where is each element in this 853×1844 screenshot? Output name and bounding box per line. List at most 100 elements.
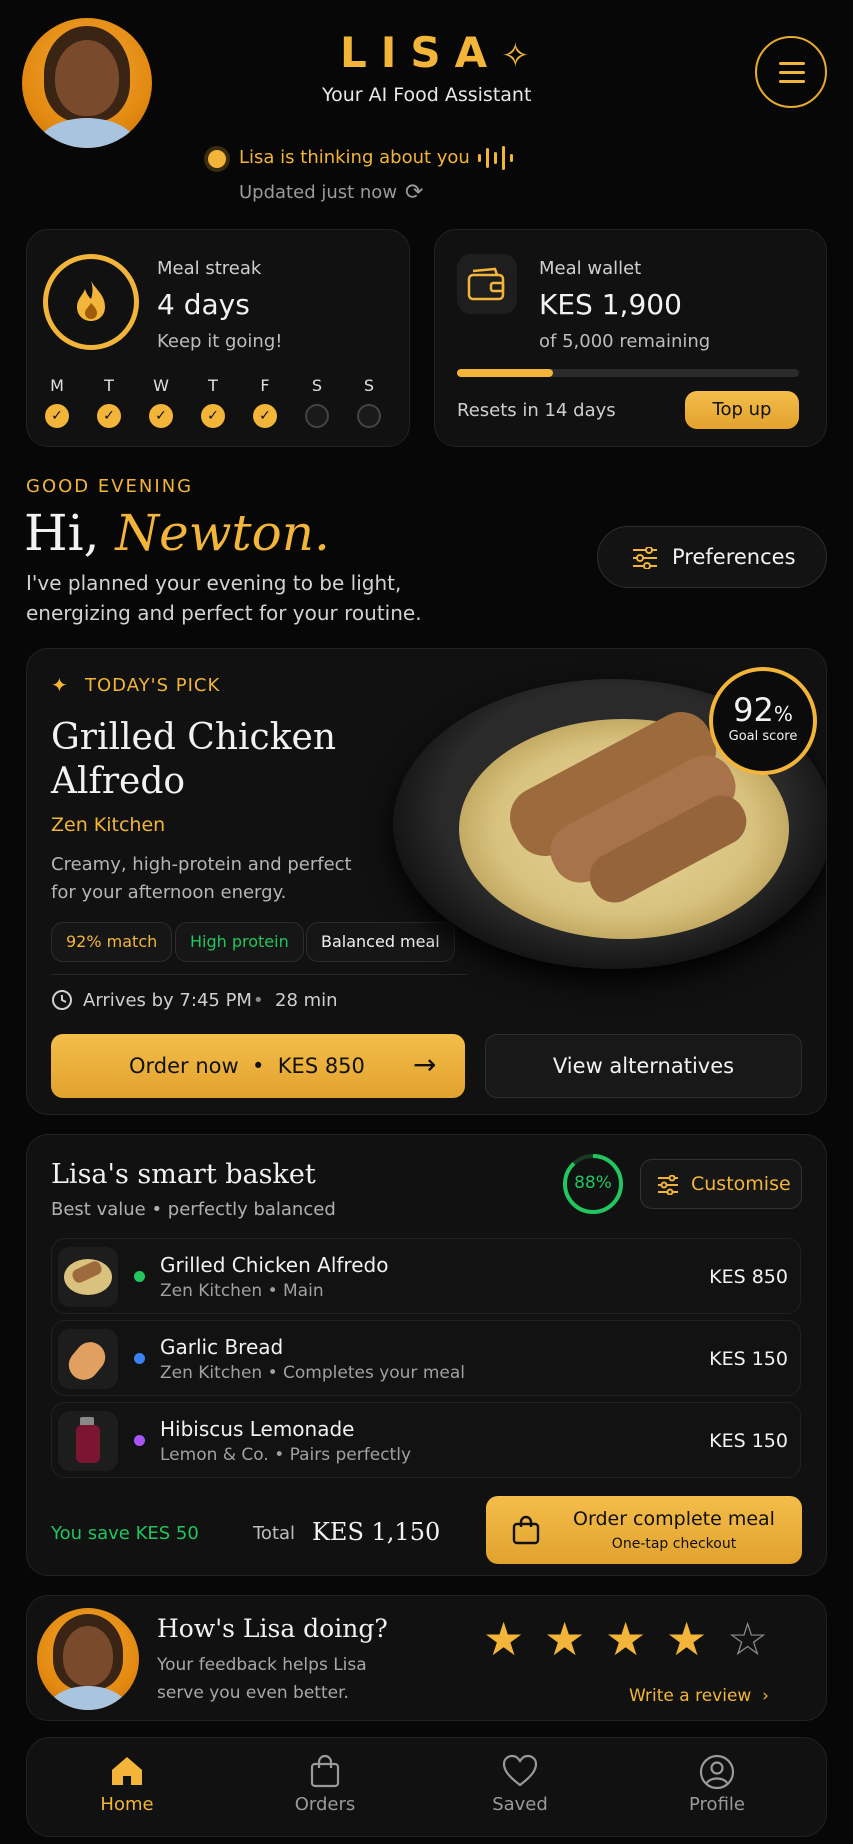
- total-label: Total: [253, 1523, 296, 1544]
- preferences-button[interactable]: Preferences: [597, 526, 827, 588]
- basket-title: Lisa's smart basket: [51, 1159, 316, 1190]
- order-now-label: Order now • KES 850: [129, 1054, 365, 1078]
- greeting-title: Hi, Newton.: [24, 504, 330, 562]
- streak-day-letter: T: [104, 376, 114, 395]
- flame-icon: [77, 281, 105, 321]
- streak-note: Keep it going!: [157, 331, 283, 352]
- view-alternatives-button[interactable]: View alternatives: [485, 1034, 802, 1098]
- wallet-amount: KES 1,900: [539, 288, 682, 321]
- feedback-line-1: Your feedback helps Lisa: [157, 1655, 367, 1675]
- wallet-resets: Resets in 14 days: [457, 400, 616, 421]
- basket-score: 88%: [574, 1173, 612, 1193]
- basket-item[interactable]: Grilled Chicken Alfredo Zen Kitchen • Ma…: [51, 1238, 801, 1314]
- bottom-nav: Home Orders Saved Profile: [26, 1737, 827, 1837]
- streak-day-letter: S: [363, 376, 375, 395]
- view-alternatives-label: View alternatives: [552, 1054, 735, 1078]
- pick-title-line-1: Grilled Chicken: [51, 717, 337, 758]
- arrival-time: Arrives by 7:45 PM: [83, 990, 252, 1011]
- clock-icon: [52, 990, 72, 1010]
- streak-day-letter: W: [153, 376, 169, 395]
- basket-item[interactable]: Hibiscus Lemonade Lemon & Co. • Pairs pe…: [51, 1402, 801, 1478]
- item-name: Hibiscus Lemonade: [160, 1417, 355, 1441]
- smart-basket-card: Lisa's smart basket Best value • perfect…: [26, 1134, 827, 1576]
- basket-subtitle: Best value • perfectly balanced: [51, 1199, 336, 1220]
- check-icon: ✓: [97, 404, 121, 428]
- wallet-icon: [467, 267, 505, 301]
- streak-days: M ✓ T ✓ W ✓ T ✓ F ✓ S S: [45, 376, 395, 436]
- streak-day-letter: F: [260, 376, 270, 395]
- avatar-face: [55, 40, 119, 116]
- feedback-title: How's Lisa doing?: [157, 1614, 388, 1643]
- pick-restaurant[interactable]: Zen Kitchen: [51, 814, 165, 836]
- star-filled-icon[interactable]: ★: [544, 1616, 585, 1662]
- lisa-avatar[interactable]: [22, 18, 152, 148]
- item-thumbnail: [58, 1329, 118, 1389]
- brand-subtitle: Your AI Food Assistant: [322, 84, 532, 106]
- arrow-right-icon: →: [413, 1048, 437, 1081]
- empty-day-dot: [305, 404, 329, 428]
- item-meta: Lemon & Co. • Pairs perfectly: [160, 1445, 411, 1465]
- item-price: KES 150: [709, 1430, 788, 1452]
- nav-home-label: Home: [100, 1794, 154, 1815]
- home-icon: [112, 1757, 142, 1785]
- avatar-shirt: [36, 118, 138, 148]
- preferences-label: Preferences: [672, 545, 796, 569]
- streak-title: Meal streak: [157, 258, 262, 279]
- nav-home[interactable]: Home: [57, 1754, 197, 1815]
- streak-day-letter: S: [311, 376, 323, 395]
- menu-button[interactable]: [755, 36, 827, 108]
- check-icon: ✓: [201, 404, 225, 428]
- nav-saved[interactable]: Saved: [450, 1754, 590, 1815]
- empty-day-dot: [357, 404, 381, 428]
- item-meta: Zen Kitchen • Completes your meal: [160, 1363, 465, 1383]
- divider: [51, 974, 467, 975]
- check-icon: ✓: [45, 404, 69, 428]
- delivery-duration: 28 min: [275, 990, 338, 1011]
- meal-wallet-card: Meal wallet KES 1,900 of 5,000 remaining…: [434, 229, 827, 447]
- wallet-progress: [457, 369, 799, 377]
- pick-desc-line-1: Creamy, high-protein and perfect: [51, 854, 352, 875]
- star-filled-icon[interactable]: ★: [666, 1616, 707, 1662]
- item-price: KES 850: [709, 1266, 788, 1288]
- nav-orders[interactable]: Orders: [255, 1754, 395, 1815]
- item-thumbnail: [58, 1411, 118, 1471]
- streak-ring: [43, 254, 139, 350]
- item-meta: Zen Kitchen • Main: [160, 1281, 324, 1301]
- item-name: Garlic Bread: [160, 1335, 284, 1359]
- top-up-button[interactable]: Top up: [685, 391, 799, 429]
- greeting-line-2: energizing and perfect for your routine.: [26, 601, 422, 625]
- wallet-progress-fill: [457, 369, 553, 377]
- total-value: KES 1,150: [312, 1518, 441, 1546]
- refresh-icon[interactable]: ⟳: [405, 180, 423, 205]
- item-thumbnail: [58, 1247, 118, 1307]
- tag-match: 92% match: [51, 922, 173, 962]
- shopping-bag-icon: [512, 1515, 540, 1545]
- write-review-link[interactable]: Write a review ›: [629, 1686, 769, 1706]
- star-filled-icon[interactable]: ★: [483, 1616, 524, 1662]
- streak-day-letter: M: [50, 376, 64, 395]
- menu-icon: [779, 62, 805, 65]
- check-icon: ✓: [253, 404, 277, 428]
- user-name: Newton.: [115, 504, 330, 562]
- tag-high-protein: High protein: [175, 922, 304, 962]
- nav-profile[interactable]: Profile: [647, 1754, 787, 1815]
- menu-icon: [779, 71, 805, 74]
- pick-desc-line-2: for your afternoon energy.: [51, 882, 287, 903]
- feedback-card: How's Lisa doing? Your feedback helps Li…: [26, 1595, 827, 1721]
- todays-pick-card: ✦ TODAY'S PICK Grilled Chicken Alfredo Z…: [26, 648, 827, 1115]
- separator-dot: •: [253, 990, 264, 1011]
- greeting-line-1: I've planned your evening to be light,: [26, 571, 402, 595]
- basket-item[interactable]: Garlic Bread Zen Kitchen • Completes you…: [51, 1320, 801, 1396]
- nav-profile-label: Profile: [689, 1794, 745, 1815]
- star-filled-icon[interactable]: ★: [605, 1616, 646, 1662]
- wallet-title: Meal wallet: [539, 258, 642, 279]
- order-complete-meal-button[interactable]: Order complete meal One-tap checkout: [486, 1496, 802, 1564]
- menu-icon: [779, 80, 805, 83]
- goal-score-badge: 92% Goal score: [709, 667, 817, 775]
- item-category-dot: [134, 1435, 145, 1446]
- bag-icon: [310, 1754, 340, 1788]
- rating-stars[interactable]: ★ ★ ★ ★ ☆: [483, 1616, 783, 1666]
- order-now-button[interactable]: Order now • KES 850 →: [51, 1034, 465, 1098]
- customise-button[interactable]: Customise: [640, 1159, 802, 1209]
- star-empty-icon[interactable]: ☆: [727, 1616, 768, 1662]
